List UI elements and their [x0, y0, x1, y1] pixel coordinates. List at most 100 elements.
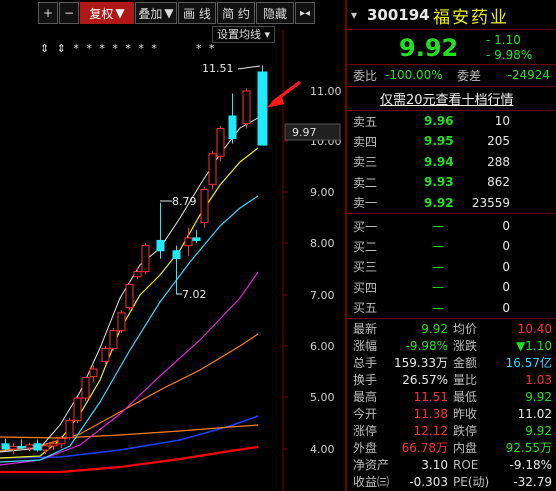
ask-price: 9.92	[424, 195, 454, 210]
overlay-label: 叠加	[138, 6, 163, 21]
high-price-pointer	[237, 65, 261, 70]
ask-row[interactable]: 卖四 9.95 205	[347, 131, 556, 151]
candle-up	[200, 188, 209, 224]
promo-row: 仅需20元查看十档行情	[347, 87, 556, 109]
candle-up	[125, 284, 134, 309]
chevron-down-icon: ▼	[164, 6, 174, 20]
stat-label: PE(动)	[453, 475, 490, 489]
ask-row[interactable]: 卖五 9.96 10	[347, 111, 556, 131]
bid-label: 买五	[353, 301, 378, 316]
candle-up	[141, 245, 150, 273]
stat-label: 收益㈢	[353, 475, 390, 489]
promo-link[interactable]: 仅需20元查看十档行情	[380, 89, 514, 108]
ask-volume: 288	[487, 154, 510, 169]
ask-row[interactable]: 卖三 9.94 288	[347, 152, 556, 172]
current-price: 9.92	[399, 34, 459, 62]
candle-up	[208, 153, 217, 185]
bid-label: 买三	[353, 260, 378, 275]
ask-row[interactable]: 卖二 9.93 862	[347, 172, 556, 192]
ask-label: 卖四	[353, 134, 378, 149]
stat-label: 金额	[453, 356, 478, 370]
candle-down	[192, 237, 201, 241]
stat-label: 最新	[353, 322, 378, 336]
stat-label: 最高	[353, 390, 378, 404]
stat-label: 最低	[453, 390, 478, 404]
bid-row[interactable]: 买二 — 0	[347, 236, 556, 256]
stat-value: 16.57亿	[505, 356, 552, 370]
candle-up	[216, 128, 225, 157]
bid-volume: 0	[502, 239, 510, 254]
simple-mode-button[interactable]: 简 约	[217, 2, 255, 24]
ask-volume: 205	[487, 134, 510, 149]
ma-setting-dropdown[interactable]: 设置均线 ▾	[212, 26, 276, 43]
candle-up	[117, 312, 126, 332]
stat-label: 净资产	[353, 458, 390, 472]
stat-label: 涨幅	[353, 339, 378, 353]
bid-row[interactable]: 买四 — 0	[347, 277, 556, 297]
stat-value: ▼1.10	[516, 338, 552, 353]
candle-up	[65, 419, 74, 439]
stat-label: 内盘	[453, 441, 478, 455]
price-axis-label: 6.00	[310, 340, 335, 353]
candle-up	[41, 445, 50, 451]
stat-value: 159.33万	[394, 356, 448, 370]
stat-value: 11.02	[517, 406, 552, 421]
stat-label: 昨收	[453, 407, 478, 421]
bid-volume: 0	[502, 219, 510, 233]
expand-icon[interactable]: ▸◂	[295, 2, 315, 24]
ask-row[interactable]: 卖一 9.92 23559	[347, 193, 556, 213]
stat-value: 9.92	[525, 389, 552, 404]
stats-row: 收益㈢ -0.303 PE(动) -32.79	[347, 473, 556, 490]
hide-button[interactable]: 隐藏	[256, 2, 294, 24]
bid-price: —	[432, 219, 444, 233]
fuquan-label: 复权	[89, 6, 114, 21]
candle-up	[81, 377, 90, 399]
bid-label: 买二	[353, 239, 378, 254]
stat-value: 10.40	[517, 321, 552, 336]
candle-up	[57, 438, 66, 445]
stat-value: 11.38	[413, 406, 448, 421]
candle-up	[101, 348, 110, 362]
stats-row: 最高 11.51 最低 9.92	[347, 388, 556, 405]
bid-price: —	[432, 259, 444, 274]
stat-value: 92.55万	[505, 441, 552, 455]
stats-row: 今开 11.38 昨收 11.02	[347, 405, 556, 422]
price-axis-label: 9.00	[310, 186, 335, 199]
bid-row[interactable]: 买五 — 0	[347, 298, 556, 318]
zoom-out-button[interactable]: −	[59, 2, 79, 24]
ask-volume: 862	[487, 175, 510, 190]
bid-row[interactable]: 买一 — 0	[347, 216, 556, 236]
stat-value: -0.303	[409, 474, 448, 489]
stock-name: 福安药业	[433, 7, 509, 28]
bid-row[interactable]: 买三 — 0	[347, 257, 556, 277]
price-axis-label: 5.00	[310, 391, 335, 404]
kline-chart-panel[interactable]: 11.00 10.00 9.00 8.00 7.00 6.00 5.00 4.00 9.97 ⇕ …	[0, 0, 345, 491]
stats-row: 涨停 12.12 跌停 9.92	[347, 422, 556, 439]
bid-volume: 0	[502, 259, 510, 274]
draw-line-button[interactable]: 画 线	[178, 2, 216, 24]
stock-header: ▾ 300194 福安药业	[347, 4, 556, 28]
zoom-in-button[interactable]: +	[38, 2, 58, 24]
ask-label: 卖三	[353, 155, 378, 170]
bid-volume: 0	[502, 300, 510, 315]
dropdown-arrow-icon[interactable]: ▾	[351, 8, 357, 22]
fuquan-dropdown[interactable]: 复权 ▼	[80, 2, 134, 24]
weibi-row: 委比 -100.00% 委差 -24924	[347, 65, 556, 85]
high-price-annotation: 11.51	[202, 62, 234, 75]
candle-down	[1, 443, 10, 450]
chart-toolbar: + − 复权 ▼ 叠加 ▼ 画 线 简 约 隐藏 ▸◂	[38, 2, 315, 24]
candle-up	[49, 443, 58, 447]
low-price-annotation: 7.02	[182, 288, 207, 301]
stat-value: 66.78万	[401, 441, 448, 455]
stat-label: 跌停	[453, 424, 478, 438]
bid-price: —	[432, 280, 444, 295]
candle-down	[17, 445, 26, 449]
bid-label: 买四	[353, 280, 378, 295]
stat-label: 涨停	[353, 424, 378, 438]
kline-chart[interactable]: 11.0010.009.008.007.006.005.004.009.97⇕ …	[0, 0, 345, 491]
ask-label: 卖一	[353, 196, 378, 211]
weicha-label: 委差	[457, 68, 482, 83]
overlay-dropdown[interactable]: 叠加 ▼	[135, 2, 177, 24]
stats-row: 总手 159.33万 金额 16.57亿	[347, 354, 556, 371]
stat-label: 均价	[453, 322, 478, 336]
